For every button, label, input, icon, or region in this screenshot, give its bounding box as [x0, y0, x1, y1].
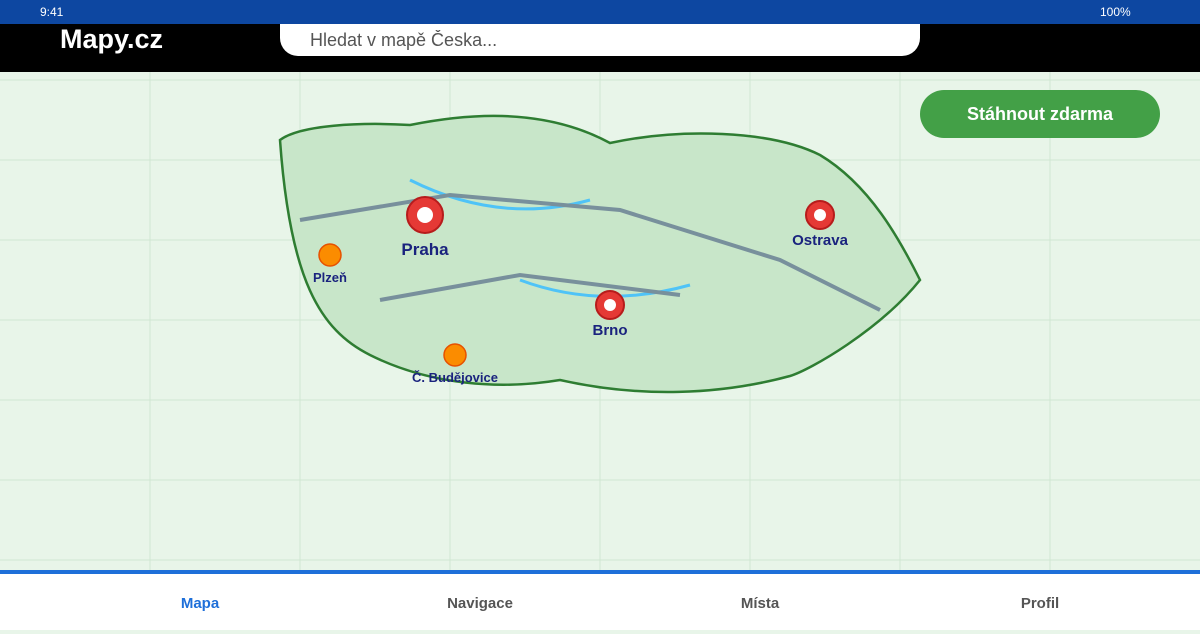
city-label-ostrava: Ostrava — [792, 232, 849, 249]
country-outline — [278, 114, 922, 394]
city-label-brno: Brno — [593, 322, 628, 339]
city-marker-ostrava[interactable] — [805, 200, 835, 230]
city-label-budejovice: Č. Budějovice — [412, 370, 498, 385]
city-marker-brno[interactable] — [595, 290, 625, 320]
city-marker-budejovice[interactable] — [443, 343, 467, 367]
brand-logo[interactable]: Mapy.cz — [60, 24, 163, 54]
status-bar: 9:41 100% — [0, 0, 1200, 24]
download-app-button[interactable]: Stáhnout zdarma — [920, 90, 1160, 138]
nav-tab-navigace[interactable]: Navigace — [380, 574, 580, 630]
bottom-navigation: Mapa Navigace Místa Profil — [0, 570, 1200, 630]
search-input[interactable] — [280, 24, 920, 56]
status-time: 9:41 — [40, 5, 64, 19]
nav-tab-mapa[interactable]: Mapa — [100, 574, 300, 630]
city-marker-plzen[interactable] — [318, 243, 342, 267]
city-marker-praha[interactable] — [406, 196, 444, 234]
search-box[interactable] — [280, 24, 920, 56]
city-label-plzen: Plzeň — [313, 270, 347, 285]
battery-level: 100% — [1100, 5, 1131, 19]
nav-tab-mista[interactable]: Místa — [660, 574, 860, 630]
city-label-praha: Praha — [401, 240, 449, 259]
map-canvas[interactable]: Praha Plzeň Ostrava Brno Č. Budějovice — [0, 72, 1200, 570]
map-view[interactable]: Praha Plzeň Ostrava Brno Č. Budějovice — [0, 72, 1200, 570]
nav-tab-profil[interactable]: Profil — [940, 574, 1140, 630]
